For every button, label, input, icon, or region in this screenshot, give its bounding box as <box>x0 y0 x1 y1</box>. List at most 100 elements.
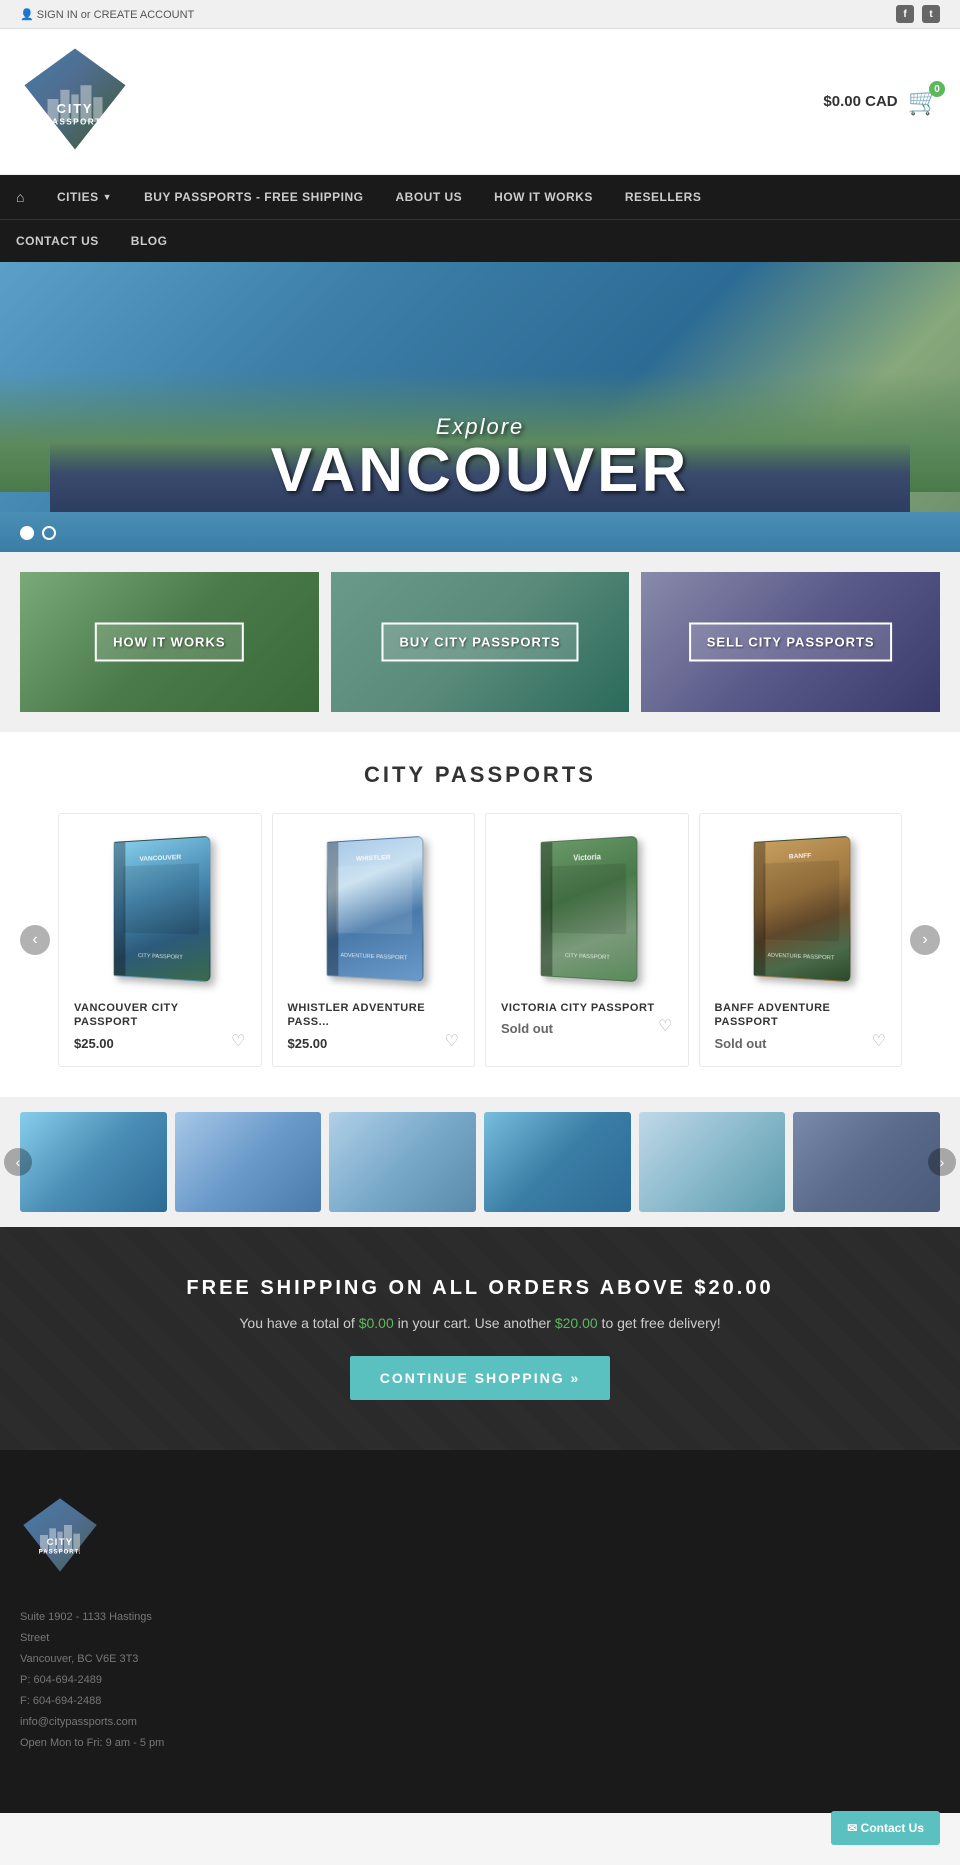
products-carousel: ‹ VANCOUVER CITY PASSPORT <box>20 813 940 1067</box>
shipping-subtitle: You have a total of $0.00 in your cart. … <box>20 1315 940 1331</box>
product-image-victoria: Victoria CITY PASSPORT <box>501 829 673 989</box>
product-image-banff: BANFF ADVENTURE PASSPORT <box>715 829 887 989</box>
thumbnails-next-button[interactable]: › <box>928 1148 956 1176</box>
hero-dots <box>20 526 56 540</box>
nav-home[interactable]: ⌂ <box>0 175 41 219</box>
sign-in-link[interactable]: SIGN IN <box>37 9 78 21</box>
product-footer-banff: BANFF ADVENTURE PASSPORT Sold out ♡ <box>715 1001 887 1051</box>
feature-how-it-works[interactable]: HOW IT WORKS <box>20 572 319 712</box>
nav-row-1: ⌂ CITIES ▼ BUY PASSPORTS - FREE SHIPPING… <box>0 175 960 219</box>
wishlist-icon-banff[interactable]: ♡ <box>872 1031 886 1051</box>
shipping-amount2: $20.00 <box>555 1315 598 1331</box>
product-image-whistler: WHISTLER ADVENTURE PASSPORT <box>288 829 460 989</box>
carousel-next-button[interactable]: › <box>910 925 940 955</box>
twitter-icon[interactable]: t <box>922 5 940 23</box>
continue-shopping-button[interactable]: CONTINUE SHOPPING » <box>350 1356 611 1400</box>
svg-text:CITY: CITY <box>47 1537 74 1547</box>
footer-address2: Street <box>20 1628 940 1649</box>
nav-cities[interactable]: CITIES ▼ <box>41 175 128 219</box>
svg-text:CITY: CITY <box>57 101 94 116</box>
product-price-whistler: $25.00 <box>288 1036 445 1051</box>
city-passports-section: CITY PASSPORTS ‹ VANCOUVER CITY PASSPORT <box>0 732 960 1097</box>
nav-row-2: CONTACT US BLOG <box>0 219 960 262</box>
svg-text:CITY PASSPORT: CITY PASSPORT <box>565 953 610 961</box>
svg-text:ADVENTURE PASSPORT: ADVENTURE PASSPORT <box>341 953 409 962</box>
shipping-amount1: $0.00 <box>359 1315 394 1331</box>
svg-text:ADVENTURE PASSPORT: ADVENTURE PASSPORT <box>768 953 836 962</box>
chevron-down-icon: ▼ <box>103 192 112 202</box>
cart-wrapper[interactable]: 🛒 0 <box>908 86 940 117</box>
svg-text:WHISTLER: WHISTLER <box>356 854 391 863</box>
hero-dot-1[interactable] <box>20 526 34 540</box>
wishlist-icon-vancouver[interactable]: ♡ <box>231 1031 245 1051</box>
carousel-prev-button[interactable]: ‹ <box>20 925 50 955</box>
thumbnails-section: ‹ › <box>0 1097 960 1227</box>
book-victoria: Victoria CITY PASSPORT <box>540 836 637 982</box>
thumbnail-1[interactable] <box>20 1112 167 1212</box>
product-name-vancouver: VANCOUVER CITY PASSPORT <box>74 1001 231 1030</box>
svg-text:Victoria: Victoria <box>573 852 601 863</box>
nav-resellers[interactable]: RESELLERS <box>609 175 718 219</box>
footer-info: Suite 1902 - 1133 Hastings Street Vancou… <box>20 1607 940 1753</box>
main-nav: ⌂ CITIES ▼ BUY PASSPORTS - FREE SHIPPING… <box>0 175 960 262</box>
footer-email[interactable]: info@citypassports.com <box>20 1712 940 1733</box>
book-cover-victoria: Victoria CITY PASSPORT <box>540 836 637 982</box>
thumbnail-4[interactable] <box>484 1112 631 1212</box>
sold-out-banff: Sold out <box>715 1036 872 1051</box>
book-cover-banff: BANFF ADVENTURE PASSPORT <box>754 836 851 982</box>
product-image-vancouver: VANCOUVER CITY PASSPORT <box>74 829 246 989</box>
svg-text:PASSPORT.: PASSPORT. <box>39 1549 82 1555</box>
nav-buy-passports[interactable]: BUY PASSPORTS - FREE SHIPPING <box>128 175 379 219</box>
hero-dot-2[interactable] <box>42 526 56 540</box>
thumbnail-5[interactable] <box>639 1112 786 1212</box>
shipping-title: FREE SHIPPING ON ALL ORDERS ABOVE $20.00 <box>20 1277 940 1300</box>
feature-label-2: BUY CITY PASSPORTS <box>381 623 578 662</box>
nav-how-it-works[interactable]: HOW IT WORKS <box>478 175 609 219</box>
nav-contact-us[interactable]: CONTACT US <box>0 220 115 262</box>
hero-banner: Explore VANCOUVER <box>0 262 960 552</box>
cart-area: $0.00 CAD 🛒 0 <box>823 86 940 117</box>
footer-fax: F: 604-694-2488 <box>20 1691 940 1712</box>
feature-sell-passports[interactable]: SELL CITY PASSPORTS <box>641 572 940 712</box>
product-card-banff[interactable]: BANFF ADVENTURE PASSPORT BANFF ADVENTURE… <box>699 813 903 1067</box>
product-footer-vancouver: VANCOUVER CITY PASSPORT $25.00 ♡ <box>74 1001 246 1051</box>
thumbnail-3[interactable] <box>329 1112 476 1212</box>
create-account-link[interactable]: CREATE ACCOUNT <box>94 9 195 21</box>
product-price-vancouver: $25.00 <box>74 1036 231 1051</box>
book-van: VANCOUVER CITY PASSPORT <box>113 836 210 982</box>
wishlist-icon-whistler[interactable]: ♡ <box>445 1031 459 1051</box>
book-cover-whistler: WHISTLER ADVENTURE PASSPORT <box>327 836 424 982</box>
thumbnail-2[interactable] <box>175 1112 322 1212</box>
facebook-icon[interactable]: f <box>896 5 914 23</box>
hero-city-name: VANCOUVER <box>0 440 960 502</box>
wishlist-icon-victoria[interactable]: ♡ <box>658 1016 672 1036</box>
product-card-whistler[interactable]: WHISTLER ADVENTURE PASSPORT WHISTLER ADV… <box>272 813 476 1067</box>
book-whistler: WHISTLER ADVENTURE PASSPORT <box>327 836 424 982</box>
or-text: or <box>81 9 94 21</box>
svg-text:CITY PASSPORT: CITY PASSPORT <box>138 953 183 961</box>
cart-amount: $0.00 CAD <box>823 93 897 110</box>
products-grid: VANCOUVER CITY PASSPORT VANCOUVER CITY P… <box>50 813 910 1067</box>
thumbnails-row <box>20 1112 940 1212</box>
product-info-whistler: WHISTLER ADVENTURE PASS... $25.00 <box>288 1001 445 1051</box>
site-header: CITY PASSPORT. $0.00 CAD 🛒 0 <box>0 29 960 175</box>
shipping-pre: You have a total of <box>239 1315 358 1331</box>
nav-about-us[interactable]: ABOUT US <box>380 175 479 219</box>
feature-label-3: SELL CITY PASSPORTS <box>689 623 893 662</box>
feature-section: HOW IT WORKS BUY CITY PASSPORTS SELL CIT… <box>0 552 960 732</box>
product-card-vancouver[interactable]: VANCOUVER CITY PASSPORT VANCOUVER CITY P… <box>58 813 262 1067</box>
nav-blog[interactable]: BLOG <box>115 220 184 262</box>
product-name-victoria: VICTORIA CITY PASSPORT <box>501 1001 655 1015</box>
thumbnails-prev-button[interactable]: ‹ <box>4 1148 32 1176</box>
footer-logo[interactable]: CITY PASSPORT. <box>20 1490 940 1588</box>
hero-water <box>0 512 960 552</box>
shipping-banner: FREE SHIPPING ON ALL ORDERS ABOVE $20.00… <box>0 1227 960 1450</box>
shipping-post: to get free delivery! <box>598 1315 721 1331</box>
top-bar: 👤 SIGN IN or CREATE ACCOUNT f t <box>0 0 960 29</box>
feature-buy-passports[interactable]: BUY CITY PASSPORTS <box>331 572 630 712</box>
logo[interactable]: CITY PASSPORT. <box>20 44 150 159</box>
product-card-victoria[interactable]: Victoria CITY PASSPORT VICTORIA CITY PAS… <box>485 813 689 1067</box>
contact-us-button[interactable]: ✉ Contact Us <box>831 1811 940 1845</box>
home-icon: ⌂ <box>16 189 25 205</box>
thumbnail-6[interactable] <box>793 1112 940 1212</box>
